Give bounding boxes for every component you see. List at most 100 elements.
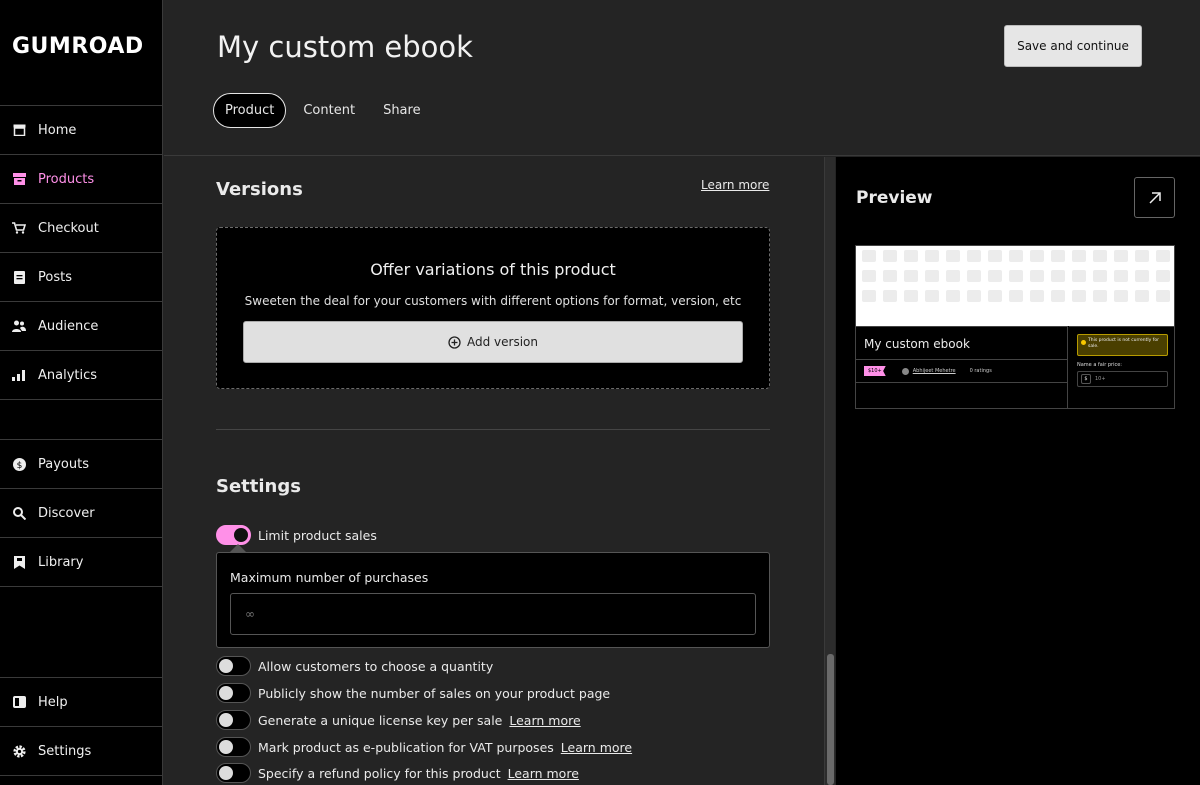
versions-empty-state: Offer variations of this product Sweeten… <box>216 227 770 389</box>
sidebar: GUMROAD Home Products Checkout Posts Aud… <box>0 0 163 785</box>
settings-toggle-row: Generate a unique license key per sale L… <box>216 710 581 730</box>
product-cover <box>856 246 1174 326</box>
preview-product-name: My custom ebook <box>864 337 970 351</box>
ratings-count: 0 ratings <box>969 368 992 374</box>
save-and-continue-button[interactable]: Save and continue <box>1004 25 1142 67</box>
sidebar-item-checkout[interactable]: Checkout <box>0 204 162 253</box>
sidebar-item-discover[interactable]: Discover <box>0 489 162 538</box>
page-title: My custom ebook <box>217 30 473 64</box>
settings-heading: Settings <box>216 476 301 497</box>
toggle-knob <box>219 659 233 673</box>
gear-icon <box>12 744 26 758</box>
tab-content[interactable]: Content <box>292 93 366 128</box>
max-purchases-panel: Maximum number of purchases <box>216 552 770 648</box>
show-sales-count-toggle[interactable] <box>216 683 251 703</box>
author-name: Abhijeet Mehetre <box>912 368 956 374</box>
limit-sales-row: Limit product sales <box>216 525 377 545</box>
toggle-knob <box>234 528 248 542</box>
book-icon <box>12 695 26 709</box>
price-placeholder: 10+ <box>1095 376 1106 382</box>
plus-circle-icon <box>448 335 461 349</box>
license-key-learn-more-link[interactable]: Learn more <box>509 713 580 728</box>
warning-icon <box>1081 340 1086 345</box>
sidebar-item-payouts[interactable]: $ Payouts <box>0 440 162 489</box>
toggle-label: Publicly show the number of sales on you… <box>258 685 611 701</box>
sidebar-item-analytics[interactable]: Analytics <box>0 351 162 400</box>
not-for-sale-notice: This product is not currently for sale. <box>1077 334 1168 356</box>
open-preview-button[interactable] <box>1134 177 1175 218</box>
editor-scrollbar[interactable] <box>824 157 835 785</box>
cart-icon <box>12 221 26 235</box>
sidebar-item-settings[interactable]: Settings <box>0 727 162 776</box>
scrollbar-thumb[interactable] <box>827 654 834 785</box>
archive-icon <box>12 172 26 186</box>
sidebar-item-help[interactable]: Help <box>0 678 162 727</box>
sidebar-item-library[interactable]: Library <box>0 538 162 587</box>
add-version-button[interactable]: Add version <box>243 321 743 363</box>
limit-sales-label: Limit product sales <box>258 527 377 543</box>
license-key-toggle[interactable] <box>216 710 251 730</box>
toggle-label: Mark product as e-publication for VAT pu… <box>258 739 554 755</box>
sidebar-item-label: Home <box>38 122 77 138</box>
fair-price-label: Name a fair price: <box>1077 362 1122 368</box>
dollar-icon: $ <box>12 457 26 471</box>
max-purchases-input[interactable] <box>230 593 756 635</box>
sidebar-item-audience[interactable]: Audience <box>0 302 162 351</box>
toggle-knob <box>219 740 233 754</box>
product-info: My custom ebook $10+ Abhijeet Mehetre 0 … <box>856 326 1068 408</box>
e-publication-learn-more-link[interactable]: Learn more <box>561 740 632 755</box>
sidebar-item-posts[interactable]: Posts <box>0 253 162 302</box>
e-publication-toggle[interactable] <box>216 737 251 757</box>
sidebar-item-label: Help <box>38 694 68 710</box>
settings-toggle-row: Publicly show the number of sales on you… <box>216 683 610 703</box>
section-divider <box>216 429 770 430</box>
limit-sales-toggle[interactable] <box>216 525 251 545</box>
author-link[interactable]: Abhijeet Mehetre <box>901 367 956 375</box>
sidebar-item-label: Products <box>38 171 95 187</box>
product-editor: Versions Learn more Offer variations of … <box>164 157 824 785</box>
toggle-label: Generate a unique license key per sale <box>258 712 503 728</box>
callout-arrow <box>230 544 246 552</box>
bookmark-icon <box>12 555 26 569</box>
cover-placeholder-pattern <box>862 250 1174 302</box>
refund-policy-learn-more-link[interactable]: Learn more <box>508 766 579 781</box>
max-purchases-label: Maximum number of purchases <box>230 570 429 585</box>
gumroad-logo[interactable]: GUMROAD <box>0 0 162 106</box>
sidebar-spacer <box>0 400 162 440</box>
refund-policy-toggle[interactable] <box>216 763 251 783</box>
sidebar-item-label: Posts <box>38 269 72 285</box>
sidebar-item-label: Analytics <box>38 367 98 383</box>
document-icon <box>12 270 26 284</box>
sidebar-item-label: Library <box>38 554 84 570</box>
sidebar-item-label: Payouts <box>38 456 89 472</box>
versions-learn-more-link[interactable]: Learn more <box>701 178 769 192</box>
product-preview-card: My custom ebook $10+ Abhijeet Mehetre 0 … <box>855 245 1175 409</box>
currency-symbol: $ <box>1081 374 1091 384</box>
sidebar-item-products[interactable]: Products <box>0 155 162 204</box>
product-tabs: Product Content Share <box>213 93 432 128</box>
toggle-knob <box>219 713 233 727</box>
sidebar-item-home[interactable]: Home <box>0 106 162 155</box>
sidebar-item-label: Discover <box>38 505 95 521</box>
quantity-toggle[interactable] <box>216 656 251 676</box>
external-arrow-icon <box>1148 191 1161 204</box>
versions-empty-title: Offer variations of this product <box>370 260 616 279</box>
product-meta: $10+ Abhijeet Mehetre 0 ratings <box>856 359 1068 383</box>
people-icon <box>12 319 26 333</box>
settings-toggle-row: Allow customers to choose a quantity <box>216 656 493 676</box>
toggle-knob <box>219 686 233 700</box>
purchase-box: This product is not currently for sale. … <box>1069 326 1174 408</box>
settings-toggle-row: Mark product as e-publication for VAT pu… <box>216 737 632 757</box>
toggle-knob <box>219 766 233 780</box>
tab-product[interactable]: Product <box>213 93 287 128</box>
sidebar-item-label: Settings <box>38 743 92 759</box>
preview-heading: Preview <box>856 188 933 208</box>
search-icon <box>12 506 26 520</box>
toggle-label: Allow customers to choose a quantity <box>258 658 494 674</box>
versions-empty-subtitle: Sweeten the deal for your customers with… <box>244 294 742 308</box>
sidebar-item-label: Checkout <box>38 220 99 236</box>
notice-text: This product is not currently for sale. <box>1088 338 1159 349</box>
tab-share[interactable]: Share <box>372 93 432 128</box>
settings-toggle-row: Specify a refund policy for this product… <box>216 763 579 783</box>
fair-price-input[interactable]: $ 10+ <box>1077 371 1168 387</box>
